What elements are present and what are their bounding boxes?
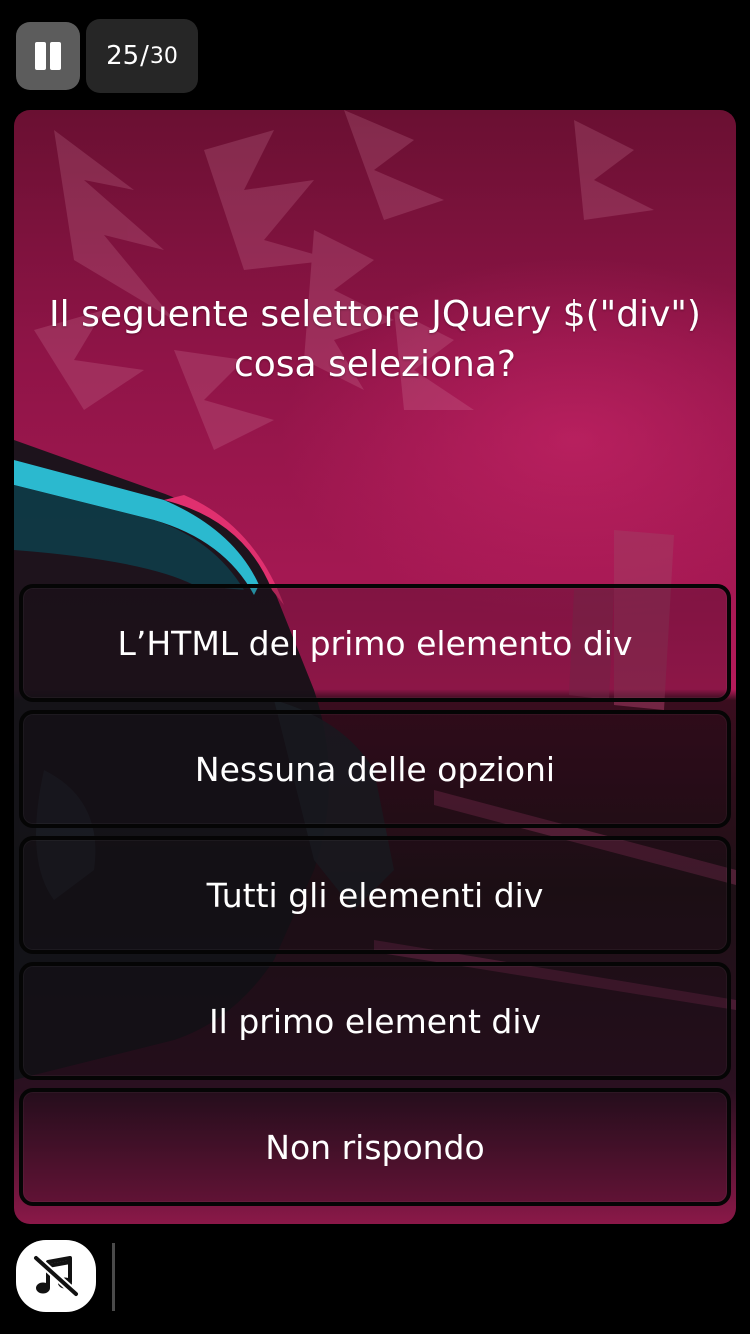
answer-option-2[interactable]: Nessuna delle opzioni — [19, 710, 731, 828]
answer-skip[interactable]: Non rispondo — [19, 1088, 731, 1206]
counter-separator: / — [140, 41, 149, 71]
question-card: Il seguente selettore JQuery $("div") co… — [14, 110, 736, 1224]
answer-option-1[interactable]: L’HTML del primo elemento div — [19, 584, 731, 702]
answer-list: L’HTML del primo elemento div Nessuna de… — [19, 584, 731, 1214]
pause-button[interactable] — [16, 22, 80, 90]
music-toggle-button[interactable] — [16, 1240, 96, 1312]
pause-icon — [33, 42, 63, 70]
question-counter: 25/30 — [86, 19, 198, 93]
bottom-divider — [112, 1243, 115, 1311]
current-question-number: 25 — [106, 41, 140, 71]
music-off-icon — [33, 1255, 79, 1297]
answer-option-3[interactable]: Tutti gli elementi div — [19, 836, 731, 954]
question-line-1: Il seguente selettore JQuery $("div") — [49, 294, 701, 335]
answer-option-4[interactable]: Il primo element div — [19, 962, 731, 1080]
question-line-2: cosa seleziona? — [233, 344, 517, 385]
total-questions: 30 — [149, 43, 178, 69]
question-text: Il seguente selettore JQuery $("div") co… — [14, 290, 736, 390]
quiz-screen: 25/30 Il seguente selettore JQuery $("di… — [0, 0, 750, 1334]
